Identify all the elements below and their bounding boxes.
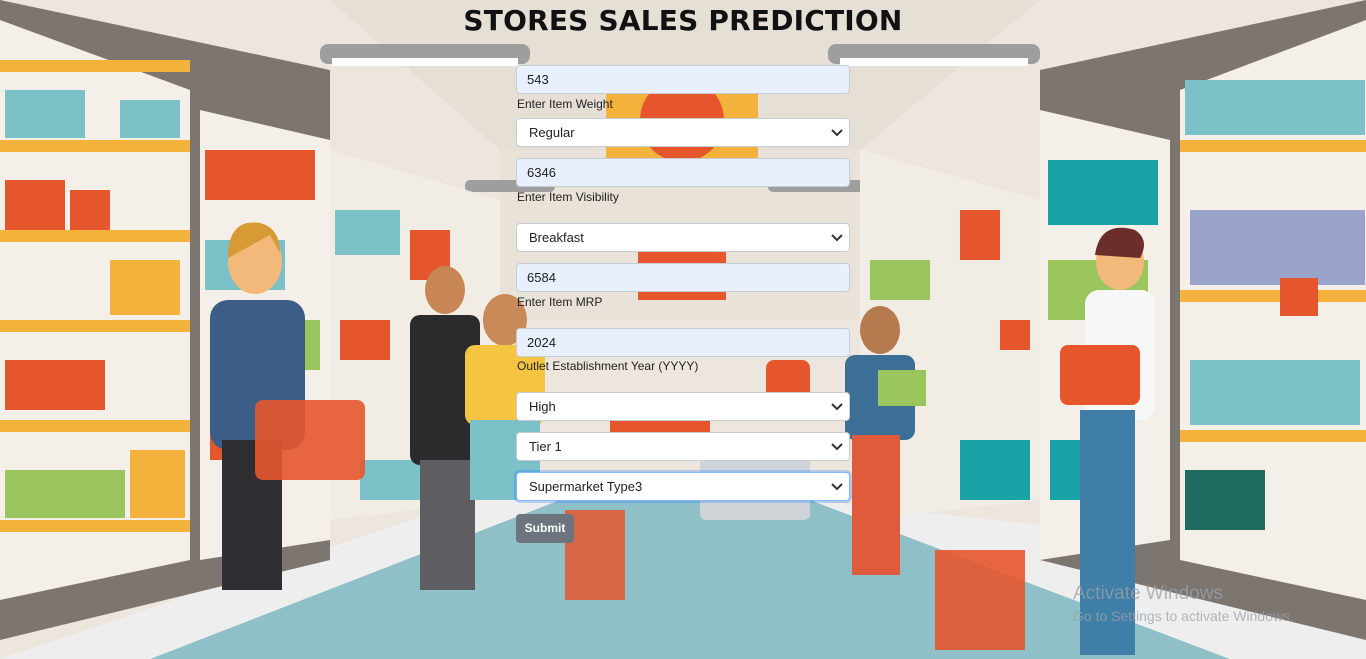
fat-content-selected: Regular	[529, 125, 575, 140]
outlet-type-selected: Supermarket Type3	[529, 479, 643, 494]
item-mrp-label: Enter Item MRP	[517, 295, 603, 309]
chevron-down-icon	[831, 129, 843, 137]
chevron-down-icon	[831, 234, 843, 242]
item-mrp-input[interactable]: 6584	[516, 263, 850, 292]
activate-windows-message: Go to Settings to activate Windows.	[1073, 608, 1294, 624]
establishment-year-input[interactable]: 2024	[516, 328, 850, 357]
chevron-down-icon	[831, 403, 843, 411]
location-type-select[interactable]: Tier 1	[516, 432, 850, 461]
outlet-type-select[interactable]: Supermarket Type3	[516, 472, 850, 501]
item-type-selected: Breakfast	[529, 230, 584, 245]
page-title: STORES SALES PREDICTION	[463, 4, 903, 37]
item-visibility-label: Enter Item Visibility	[517, 190, 619, 204]
submit-button[interactable]: Submit	[516, 514, 574, 543]
outlet-size-select[interactable]: High	[516, 392, 850, 421]
chevron-down-icon	[831, 483, 843, 491]
fat-content-select[interactable]: Regular	[516, 118, 850, 147]
location-type-selected: Tier 1	[529, 439, 562, 454]
outlet-size-selected: High	[529, 399, 556, 414]
item-type-select[interactable]: Breakfast	[516, 223, 850, 252]
establishment-year-label: Outlet Establishment Year (YYYY)	[517, 359, 699, 373]
activate-windows-title: Activate Windows	[1073, 583, 1223, 604]
item-weight-input[interactable]: 543	[516, 65, 850, 94]
item-weight-label: Enter Item Weight	[517, 97, 613, 111]
chevron-down-icon	[831, 443, 843, 451]
item-visibility-input[interactable]: 6346	[516, 158, 850, 187]
